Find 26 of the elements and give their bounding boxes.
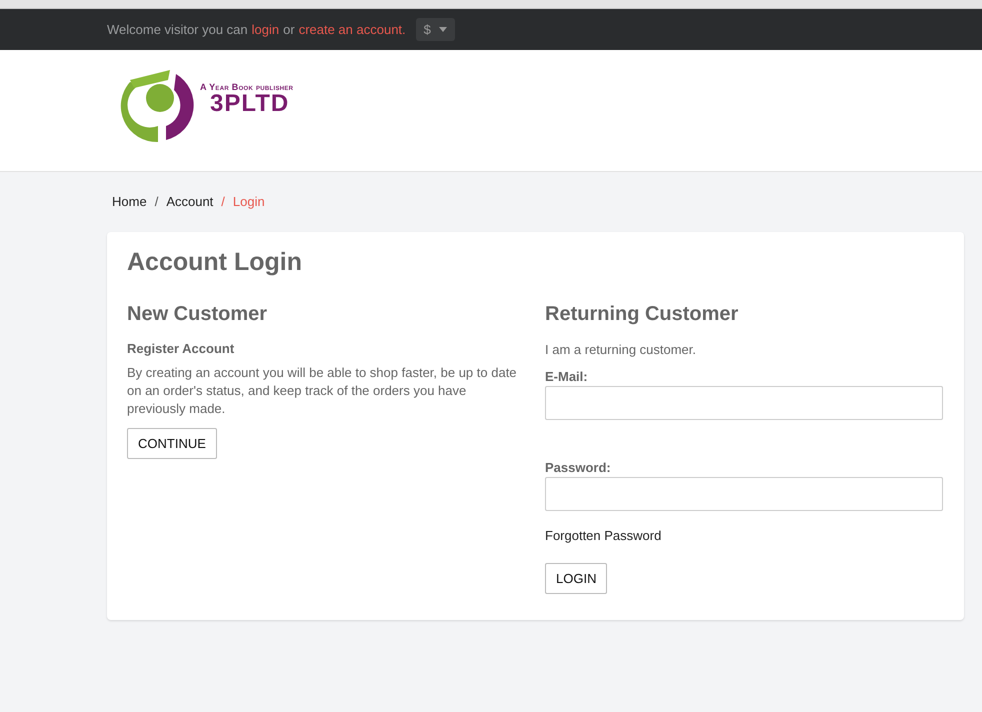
description-text: I am a returning customer. — [545, 341, 698, 359]
continue-button[interactable]: CONTINUE — [127, 428, 217, 459]
breadcrumb-link[interactable]: Home — [112, 194, 147, 232]
or-text: or — [283, 22, 295, 37]
logo-icon — [120, 68, 196, 144]
login-link[interactable]: login — [252, 22, 280, 37]
description-text: By creating an account you will be able to shop faster, be up to date on an order's status, and keep track of the orders you have previously made. — [127, 364, 518, 418]
input-field[interactable] — [545, 386, 943, 420]
section-heading: New Customer — [127, 303, 268, 326]
welcome-text: Welcome visitor you can — [107, 22, 248, 37]
forgotten-password-link[interactable]: Forgotten Password — [545, 528, 662, 543]
field-label: Password: — [545, 460, 612, 475]
logo-name: 3PLTD — [210, 92, 290, 116]
caret-icon — [438, 27, 447, 32]
field-label: E-Mail: — [545, 369, 589, 384]
currency-dropdown[interactable]: $ — [416, 18, 455, 41]
input-field[interactable] — [545, 477, 943, 511]
section-subheading: Register Account — [127, 341, 236, 356]
breadcrumb-separator: / — [221, 194, 225, 211]
logo-tagline: A Year Book publisher — [200, 82, 294, 92]
page-title: Account Login — [127, 248, 303, 277]
login-button[interactable]: LOGIN — [545, 563, 608, 594]
breadcrumb-link[interactable]: Account — [166, 194, 214, 232]
breadcrumb-separator: / — [154, 194, 158, 211]
create-account-link[interactable]: create an account. — [298, 22, 406, 37]
section-heading: Returning Customer — [545, 303, 740, 326]
